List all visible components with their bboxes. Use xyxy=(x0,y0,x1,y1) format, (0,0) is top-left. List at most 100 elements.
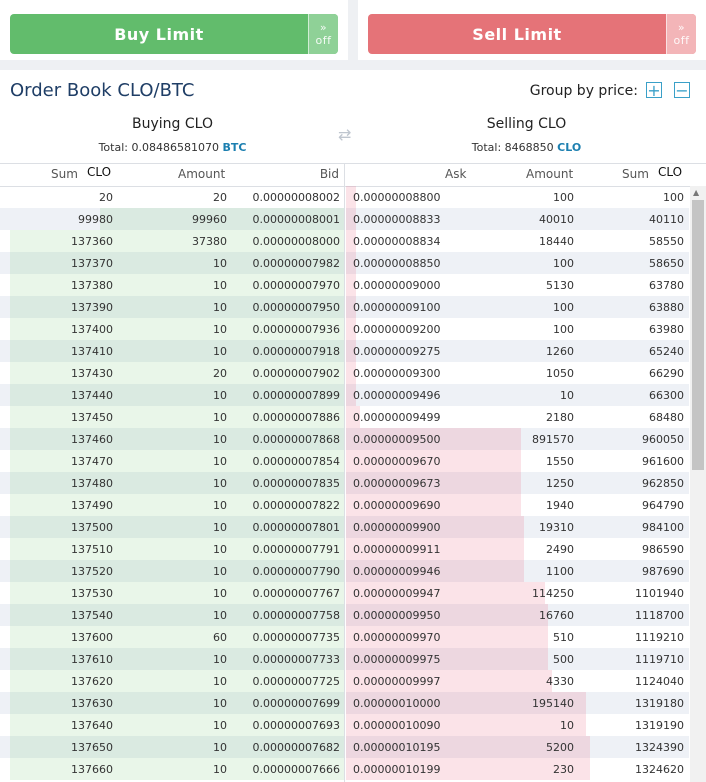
buy-auto-toggle[interactable]: » off xyxy=(308,14,338,54)
bid-row[interactable]: 137460 10 0.00000007868 xyxy=(0,428,345,450)
ask-row[interactable]: 0.00000009911 2490 986590 xyxy=(346,538,689,560)
col-ask-header: Ask xyxy=(445,167,467,181)
bid-row[interactable]: 137480 10 0.00000007835 xyxy=(0,472,345,494)
ask-price: 0.00000008850 xyxy=(353,257,441,270)
bid-row[interactable]: 137470 10 0.00000007854 xyxy=(0,450,345,472)
bid-row[interactable]: 137450 10 0.00000007886 xyxy=(0,406,345,428)
bid-row[interactable]: 137410 10 0.00000007918 xyxy=(0,340,345,362)
ask-sum: 66290 xyxy=(649,367,684,380)
bid-sum: 99980 xyxy=(78,213,113,226)
ask-price: 0.00000009946 xyxy=(353,565,441,578)
ask-row[interactable]: 0.00000010199 230 1324620 xyxy=(346,758,689,780)
bid-amount: 10 xyxy=(213,345,227,358)
bid-price: 0.00000007918 xyxy=(252,345,340,358)
bid-price: 0.00000007936 xyxy=(252,323,340,336)
bid-row[interactable]: 137390 10 0.00000007950 xyxy=(0,296,345,318)
ask-row[interactable]: 0.00000009496 10 66300 xyxy=(346,384,689,406)
group-plus-button[interactable]: + xyxy=(646,82,662,99)
ask-amount: 1250 xyxy=(546,477,574,490)
ask-row[interactable]: 0.00000010195 5200 1324390 xyxy=(346,736,689,758)
ask-sum: 987690 xyxy=(642,565,684,578)
ask-row[interactable]: 0.00000009975 500 1119710 xyxy=(346,648,689,670)
bid-row[interactable]: 137520 10 0.00000007790 xyxy=(0,560,345,582)
ask-row[interactable]: 0.00000009200 100 63980 xyxy=(346,318,689,340)
bid-row[interactable]: 137630 10 0.00000007699 xyxy=(0,692,345,714)
bid-row[interactable]: 137600 60 0.00000007735 xyxy=(0,626,345,648)
bid-row[interactable]: 137400 10 0.00000007936 xyxy=(0,318,345,340)
selling-title: Selling CLO xyxy=(486,116,567,132)
bid-amount: 10 xyxy=(213,741,227,754)
ask-row[interactable]: 0.00000009900 19310 984100 xyxy=(346,516,689,538)
scrollbar-thumb[interactable] xyxy=(692,200,704,470)
ask-row[interactable]: 0.00000009946 1100 987690 xyxy=(346,560,689,582)
bid-price: 0.00000007822 xyxy=(252,499,340,512)
bid-row[interactable]: 20 20 0.00000008002 xyxy=(0,186,345,208)
bid-row[interactable]: 137430 20 0.00000007902 xyxy=(0,362,345,384)
bid-price: 0.00000007886 xyxy=(252,411,340,424)
bid-row[interactable]: 137510 10 0.00000007791 xyxy=(0,538,345,560)
ask-row[interactable]: 0.00000009300 1050 66290 xyxy=(346,362,689,384)
ask-row[interactable]: 0.00000009100 100 63880 xyxy=(346,296,689,318)
ask-row[interactable]: 0.00000009947 114250 1101940 xyxy=(346,582,689,604)
group-minus-button[interactable]: − xyxy=(674,82,690,99)
scrollbar[interactable]: ▲ xyxy=(690,186,706,782)
buy-limit-button[interactable]: Buy Limit » off xyxy=(10,14,338,54)
ask-row[interactable]: 0.00000010000 195140 1319180 xyxy=(346,692,689,714)
bid-row[interactable]: 137500 10 0.00000007801 xyxy=(0,516,345,538)
ask-row[interactable]: 0.00000009500 891570 960050 xyxy=(346,428,689,450)
ask-row[interactable]: 0.00000009690 1940 964790 xyxy=(346,494,689,516)
ask-row[interactable]: 0.00000008800 100 100 xyxy=(346,186,689,208)
ask-row[interactable]: 0.00000009670 1550 961600 xyxy=(346,450,689,472)
bid-amount: 99960 xyxy=(192,213,227,226)
ask-row[interactable]: 0.00000009997 4330 1124040 xyxy=(346,670,689,692)
ask-row[interactable]: 0.00000009499 2180 68480 xyxy=(346,406,689,428)
bid-row[interactable]: 137490 10 0.00000007822 xyxy=(0,494,345,516)
bid-row[interactable]: 137530 10 0.00000007767 xyxy=(0,582,345,604)
ask-sum: 58550 xyxy=(649,235,684,248)
ask-row[interactable]: 0.00000008833 40010 40110 xyxy=(346,208,689,230)
ask-sum: 40110 xyxy=(649,213,684,226)
bid-row[interactable]: 137660 10 0.00000007666 xyxy=(0,758,345,780)
ask-amount: 114250 xyxy=(532,587,574,600)
bid-sum: 137540 xyxy=(71,609,113,622)
bid-row[interactable]: 137380 10 0.00000007970 xyxy=(0,274,345,296)
sell-auto-toggle[interactable]: » off xyxy=(666,14,696,54)
ask-row[interactable]: 0.00000008834 18440 58550 xyxy=(346,230,689,252)
bid-amount: 10 xyxy=(213,389,227,402)
bid-row[interactable]: 137360 37380 0.00000008000 xyxy=(0,230,345,252)
ask-row[interactable]: 0.00000008850 100 58650 xyxy=(346,252,689,274)
bid-price: 0.00000007950 xyxy=(252,301,340,314)
scroll-up-icon[interactable]: ▲ xyxy=(693,188,699,197)
bid-row[interactable]: 137610 10 0.00000007733 xyxy=(0,648,345,670)
bid-sum: 137640 xyxy=(71,719,113,732)
bid-amount: 10 xyxy=(213,455,227,468)
buying-total-currency: BTC xyxy=(222,141,247,154)
ask-sum: 1319180 xyxy=(635,697,684,710)
bid-row[interactable]: 137370 10 0.00000007982 xyxy=(0,252,345,274)
ask-sum: 1119210 xyxy=(635,631,684,644)
ask-row[interactable]: 0.00000010090 10 1319190 xyxy=(346,714,689,736)
ask-row[interactable]: 0.00000009275 1260 65240 xyxy=(346,340,689,362)
sell-limit-button[interactable]: Sell Limit » off xyxy=(368,14,696,54)
bid-amount: 10 xyxy=(213,301,227,314)
swap-arrows-icon[interactable]: ⇄ xyxy=(338,125,351,144)
bid-price: 0.00000007699 xyxy=(252,697,340,710)
bid-row[interactable]: 137440 10 0.00000007899 xyxy=(0,384,345,406)
ask-row[interactable]: 0.00000009000 5130 63780 xyxy=(346,274,689,296)
ask-price: 0.00000008833 xyxy=(353,213,441,226)
ask-row[interactable]: 0.00000009673 1250 962850 xyxy=(346,472,689,494)
bid-row[interactable]: 137620 10 0.00000007725 xyxy=(0,670,345,692)
ask-sum: 63780 xyxy=(649,279,684,292)
bid-price: 0.00000007982 xyxy=(252,257,340,270)
bid-row[interactable]: 137540 10 0.00000007758 xyxy=(0,604,345,626)
ask-sum: 984100 xyxy=(642,521,684,534)
ask-amount: 19310 xyxy=(539,521,574,534)
bid-row[interactable]: 137650 10 0.00000007682 xyxy=(0,736,345,758)
bid-price: 0.00000007767 xyxy=(252,587,340,600)
ask-price: 0.00000009100 xyxy=(353,301,441,314)
bid-row[interactable]: 99980 99960 0.00000008001 xyxy=(0,208,345,230)
bid-row[interactable]: 137640 10 0.00000007693 xyxy=(0,714,345,736)
ask-amount: 100 xyxy=(553,257,574,270)
ask-row[interactable]: 0.00000009970 510 1119210 xyxy=(346,626,689,648)
ask-row[interactable]: 0.00000009950 16760 1118700 xyxy=(346,604,689,626)
